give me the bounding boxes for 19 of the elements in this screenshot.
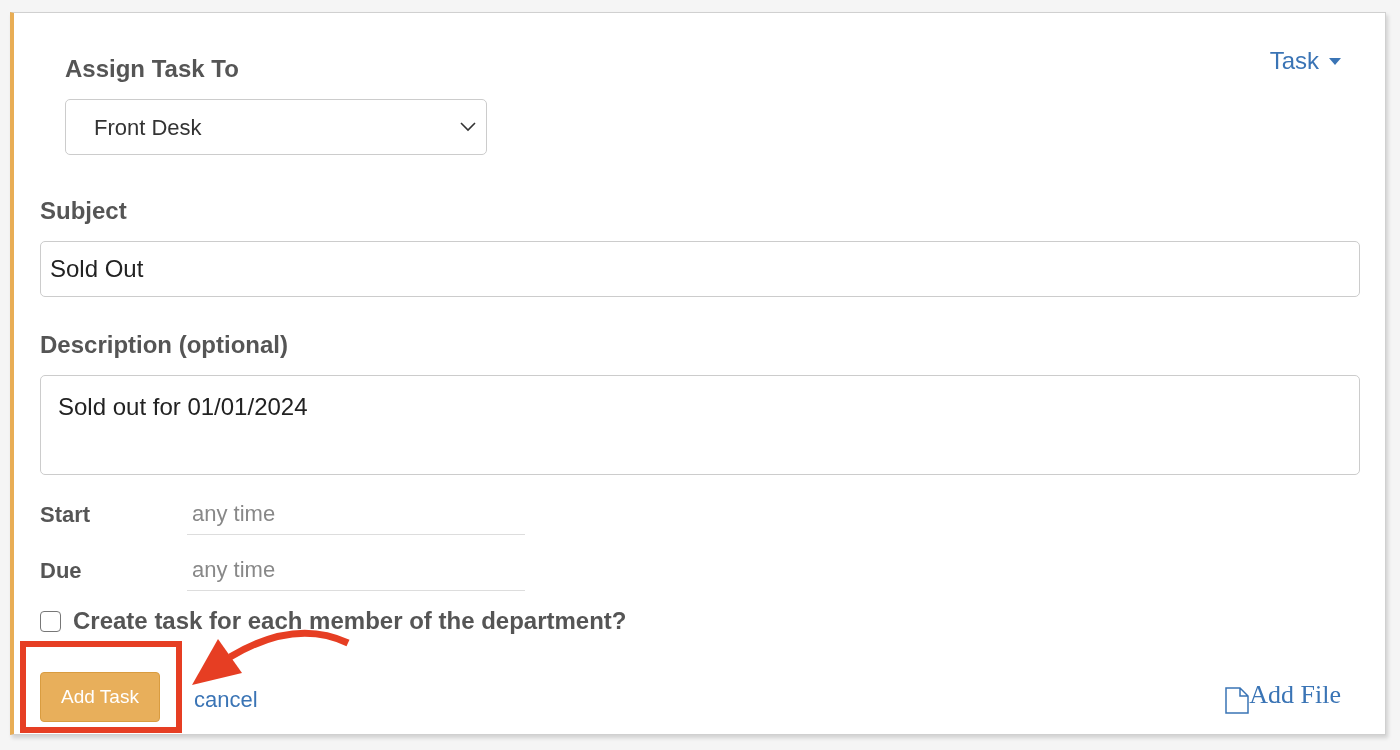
assign-select[interactable]: Front Desk: [65, 99, 487, 155]
file-icon: [1225, 687, 1250, 714]
date-field[interactable]: any time: [187, 493, 525, 535]
field-label: Subject: [40, 196, 128, 226]
checkbox[interactable]: [40, 610, 61, 632]
checkbox-label: Create task for each member of the department?: [73, 606, 627, 636]
field-label: Assign Task To: [65, 54, 240, 84]
caret-icon: [1329, 57, 1341, 65]
select-value: Front Desk: [94, 113, 202, 142]
cancel-link[interactable]: cancel: [194, 683, 258, 716]
field-label: Description (optional): [40, 330, 289, 360]
date-field[interactable]: any time: [187, 549, 525, 591]
subject-field[interactable]: Sold Out: [40, 241, 1360, 297]
field-label: Start: [40, 500, 92, 529]
field-label: Due: [40, 556, 83, 585]
chevron-down-icon: [460, 122, 476, 132]
description-field[interactable]: Sold out for 01/01/2024: [40, 375, 1360, 475]
task-menu[interactable]: Task: [1269, 43, 1341, 79]
add-file-link[interactable]: Add File: [1225, 675, 1341, 714]
